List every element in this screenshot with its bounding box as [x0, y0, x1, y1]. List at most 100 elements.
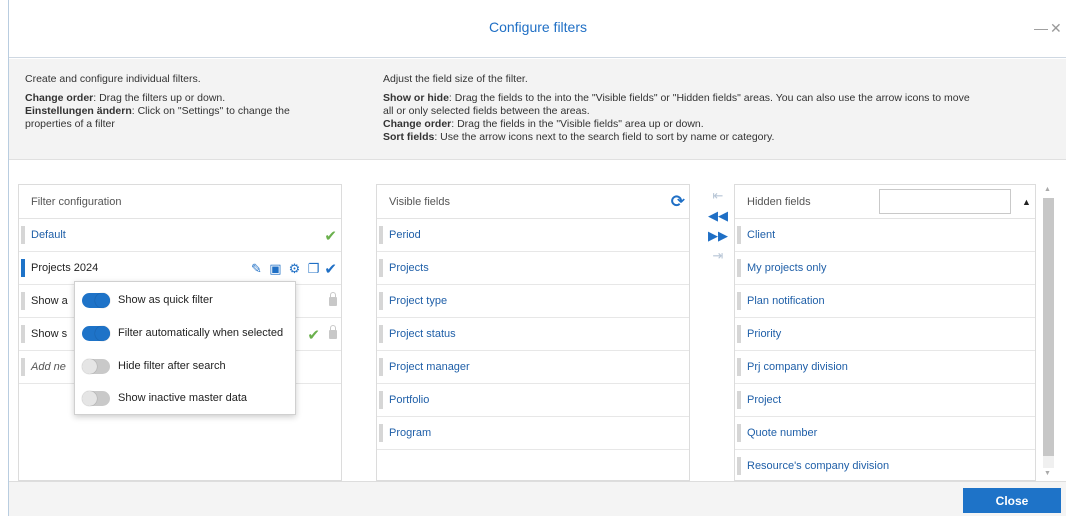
move-all-right-icon[interactable]: ▶▶: [706, 226, 730, 246]
drag-handle[interactable]: [379, 391, 383, 409]
scroll-up-icon[interactable]: ▲: [1044, 186, 1051, 193]
drag-handle[interactable]: [737, 259, 741, 277]
hidden-field-item[interactable]: Prj company division: [735, 351, 1035, 384]
field-label: Project manager: [389, 361, 470, 373]
drag-handle[interactable]: [737, 292, 741, 310]
drag-handle[interactable]: [21, 259, 25, 277]
drag-handle[interactable]: [379, 292, 383, 310]
option-label: Filter automatically when selected: [118, 327, 284, 339]
drag-handle[interactable]: [379, 358, 383, 376]
filter-configuration-header: Filter configuration: [19, 185, 341, 219]
hidden-fields-scrollbar[interactable]: ▲ ▼: [1041, 184, 1055, 481]
drag-handle[interactable]: [379, 226, 383, 244]
refresh-icon[interactable]: ⟳: [671, 185, 685, 219]
drag-handle[interactable]: [21, 226, 25, 244]
visible-field-item[interactable]: Projects: [377, 252, 689, 285]
drag-handle[interactable]: [737, 424, 741, 442]
toggle-switch[interactable]: [82, 358, 110, 374]
drag-handle[interactable]: [737, 457, 741, 475]
help-right-line4-bold: Sort fields: [383, 131, 435, 143]
hidden-fields-search-input[interactable]: [879, 189, 1011, 214]
help-right-line3: : Drag the fields in the "Visible fields…: [451, 118, 704, 130]
help-right-line1-bold: Show or hide: [383, 92, 449, 104]
drag-handle[interactable]: [21, 325, 25, 343]
filter-row-default[interactable]: Default ✔: [19, 219, 341, 252]
drag-handle[interactable]: [379, 259, 383, 277]
visible-fields-title: Visible fields: [389, 196, 450, 208]
visible-field-item[interactable]: Project status: [377, 318, 689, 351]
hidden-field-item[interactable]: Plan notification: [735, 285, 1035, 318]
drag-handle[interactable]: [21, 292, 25, 310]
hidden-field-item[interactable]: Client: [735, 219, 1035, 252]
visible-fields-panel: Visible fields ⟳ Period Projects Project…: [376, 184, 690, 481]
minimize-icon[interactable]: —: [1034, 20, 1048, 36]
visible-field-item[interactable]: Project type: [377, 285, 689, 318]
drag-handle[interactable]: [737, 226, 741, 244]
hidden-field-item[interactable]: Resource's company division: [735, 450, 1035, 483]
row-icons: [323, 285, 337, 318]
visible-field-item[interactable]: Program: [377, 417, 689, 450]
filter-label: Show a: [31, 295, 68, 307]
visible-field-item[interactable]: Period: [377, 219, 689, 252]
drag-handle[interactable]: [737, 391, 741, 409]
field-label: Resource's company division: [747, 460, 890, 472]
hidden-field-item[interactable]: Project: [735, 384, 1035, 417]
check-icon[interactable]: ✔: [324, 260, 337, 278]
move-all-left-icon[interactable]: ◀◀: [706, 206, 730, 226]
option-quick-filter[interactable]: Show as quick filter: [82, 290, 213, 310]
field-label: My projects only: [747, 262, 827, 274]
sort-asc-icon[interactable]: ▲: [1022, 185, 1031, 219]
filter-label: Projects 2024: [31, 262, 99, 274]
field-label: Project status: [389, 328, 456, 340]
filter-label: Show s: [31, 328, 68, 340]
visible-field-item[interactable]: Project manager: [377, 351, 689, 384]
move-selected-left-icon[interactable]: ⇤: [706, 186, 730, 206]
hidden-field-item[interactable]: Quote number: [735, 417, 1035, 450]
help-left-line2-bold: Einstellungen ändern: [25, 105, 132, 117]
help-left-line2: : Click on "Settings" to change the: [131, 105, 290, 117]
toggle-switch[interactable]: [82, 390, 110, 406]
configure-filters-dialog: Configure filters — ✕ Create and configu…: [8, 0, 1066, 516]
help-section: Create and configure individual filters.…: [9, 59, 1066, 160]
option-hide-after-search[interactable]: Hide filter after search: [82, 356, 226, 376]
field-label: Project: [747, 394, 782, 406]
drag-handle[interactable]: [737, 325, 741, 343]
visible-field-item[interactable]: Portfolio: [377, 384, 689, 417]
visible-fields-header: Visible fields ⟳: [377, 185, 689, 219]
field-label: Client: [747, 229, 776, 241]
lock-icon: [329, 292, 337, 306]
option-filter-automatically[interactable]: Filter automatically when selected: [82, 323, 283, 343]
copy-icon[interactable]: ❐: [305, 261, 321, 277]
edit-icon[interactable]: ✎: [248, 261, 264, 277]
scroll-down-icon[interactable]: ▼: [1044, 470, 1051, 477]
field-label: Prj company division: [747, 361, 848, 373]
option-show-inactive[interactable]: Show inactive master data: [82, 388, 247, 408]
hidden-field-item[interactable]: Priority: [735, 318, 1035, 351]
hidden-fields-header: Hidden fields ▲: [735, 185, 1035, 219]
option-label: Show inactive master data: [118, 392, 248, 404]
drag-handle[interactable]: [379, 325, 383, 343]
trash-icon[interactable]: ▣: [267, 261, 283, 277]
drag-handle: [21, 358, 25, 376]
gear-icon[interactable]: ⚙: [286, 261, 302, 277]
close-icon[interactable]: ✕: [1050, 20, 1062, 37]
drag-handle[interactable]: [737, 358, 741, 376]
scroll-thumb[interactable]: [1043, 198, 1054, 456]
lock-icon: [329, 325, 337, 339]
toggle-switch[interactable]: [82, 325, 110, 341]
help-right-line2: all or only selected fields between the …: [383, 105, 590, 117]
field-label: Plan notification: [747, 295, 825, 307]
row-icons: ✔: [324, 219, 337, 252]
check-icon: ✔: [324, 227, 337, 245]
toggle-switch[interactable]: [82, 292, 110, 308]
field-label: Portfolio: [389, 394, 430, 406]
help-left-line1: : Drag the filters up or down.: [93, 92, 226, 104]
help-left-head: Create and configure individual filters.: [25, 73, 201, 85]
hidden-fields-title: Hidden fields: [747, 196, 811, 208]
drag-handle[interactable]: [379, 424, 383, 442]
dialog-titlebar: Configure filters — ✕: [9, 0, 1066, 58]
move-selected-right-icon[interactable]: ⇥: [706, 246, 730, 266]
add-new-filter-input[interactable]: Add ne: [31, 361, 66, 373]
close-button[interactable]: Close: [963, 488, 1061, 513]
hidden-field-item[interactable]: My projects only: [735, 252, 1035, 285]
